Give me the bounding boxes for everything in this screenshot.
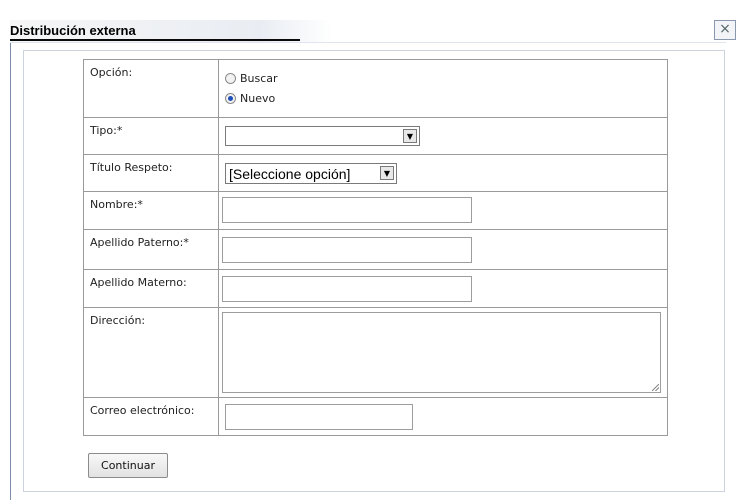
titulo-label: Título Respeto:: [83, 154, 219, 192]
title-underline: [10, 39, 300, 41]
close-button[interactable]: ×: [714, 20, 736, 40]
apellido-paterno-input[interactable]: [222, 237, 472, 263]
form-row-direccion: Dirección:: [83, 307, 668, 398]
form-row-apellido-materno: Apellido Materno:: [83, 269, 668, 308]
tipo-field: ▼: [218, 117, 668, 155]
nombre-label: Nombre:*: [83, 191, 219, 230]
radio-nuevo-control[interactable]: [225, 92, 236, 104]
direccion-field: [218, 307, 668, 398]
correo-input[interactable]: [225, 404, 413, 430]
form-row-correo: Correo electrónico:: [83, 397, 668, 436]
distribution-form: Opción: Buscar Nuevo Tipo:* ▼ Título Res…: [83, 59, 668, 436]
dialog-window: Distribución externa × Opción: Buscar Nu…: [0, 0, 736, 500]
titulo-field: [Seleccione opción] ▼: [218, 154, 668, 192]
continue-button[interactable]: Continuar: [88, 453, 168, 478]
chevron-down-icon[interactable]: ▼: [380, 166, 394, 180]
correo-field: [218, 397, 668, 436]
tipo-select[interactable]: ▼: [225, 126, 420, 146]
titulo-select-value: [Seleccione opción]: [229, 165, 351, 182]
nombre-input[interactable]: [222, 197, 472, 223]
nombre-field: [218, 191, 668, 230]
radio-nuevo-label: Nuevo: [240, 91, 276, 105]
form-row-apellido-paterno: Apellido Paterno:*: [83, 229, 668, 270]
close-icon: ×: [719, 21, 731, 37]
radio-buscar[interactable]: Buscar: [225, 68, 278, 88]
form-row-nombre: Nombre:*: [83, 191, 668, 230]
option-label: Opción:: [83, 59, 219, 118]
apellido-paterno-field: [218, 229, 668, 270]
apellido-paterno-label: Apellido Paterno:*: [83, 229, 219, 270]
option-field: Buscar Nuevo: [218, 59, 668, 118]
titulo-select[interactable]: [Seleccione opción] ▼: [225, 163, 397, 184]
radio-nuevo[interactable]: Nuevo: [225, 88, 278, 108]
radio-buscar-control[interactable]: [225, 72, 236, 84]
form-row-titulo: Título Respeto: [Seleccione opción] ▼: [83, 154, 668, 192]
resize-handle-icon[interactable]: [652, 384, 659, 391]
direccion-textarea[interactable]: [222, 312, 661, 393]
apellido-materno-label: Apellido Materno:: [83, 269, 219, 308]
apellido-materno-field: [218, 269, 668, 308]
form-row-tipo: Tipo:* ▼: [83, 117, 668, 155]
tipo-label: Tipo:*: [83, 117, 219, 155]
dialog-title: Distribución externa: [10, 23, 136, 38]
direccion-label: Dirección:: [83, 307, 219, 398]
chevron-down-icon[interactable]: ▼: [403, 129, 417, 143]
form-row-option: Opción: Buscar Nuevo: [83, 59, 668, 118]
apellido-materno-input[interactable]: [222, 276, 472, 302]
correo-label: Correo electrónico:: [83, 397, 219, 436]
radio-buscar-label: Buscar: [240, 71, 278, 85]
